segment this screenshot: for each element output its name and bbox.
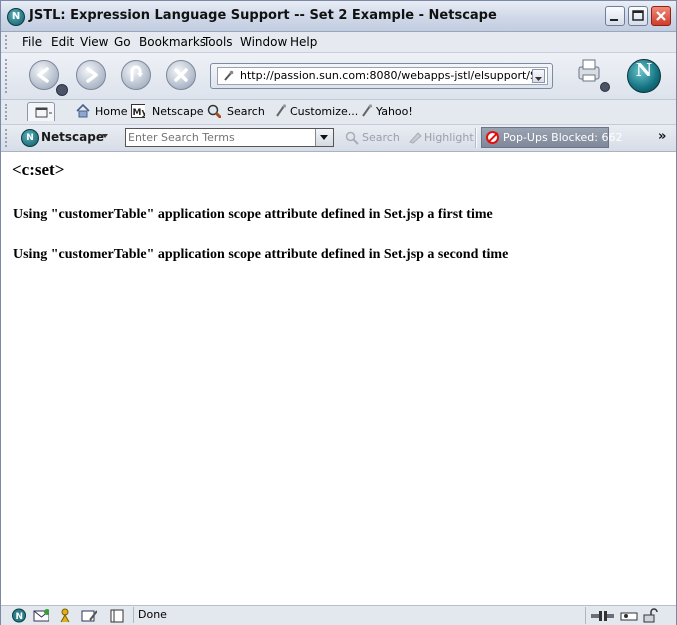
status-divider [585,607,586,624]
netscape-status-icon[interactable]: N [11,608,27,623]
svg-text:My: My [133,108,146,118]
toolbar-overflow-button[interactable]: » [658,129,666,144]
menu-window[interactable]: Window [240,35,287,49]
menu-tools[interactable]: Tools [203,35,233,49]
my-netscape-icon: My [131,104,145,118]
home-link[interactable]: Home [95,105,127,118]
home-icon [76,104,90,118]
svg-text:N: N [16,612,24,622]
page-content: <c:set> Using "customerTable" applicatio… [1,152,676,605]
toolbar-grip[interactable] [5,59,13,93]
chevron-down-icon [535,77,542,81]
menu-help[interactable]: Help [290,35,317,49]
personal-toolbar: Home My Netscape Search Customize... Yah… [1,100,676,125]
browser-window: N JSTL: Expression Language Support -- S… [0,0,677,625]
composer-icon[interactable] [81,608,97,623]
close-button[interactable] [651,6,671,26]
url-history-dropdown[interactable] [532,69,545,83]
back-button[interactable] [29,60,59,90]
search-icon [207,104,221,118]
menu-bar: File Edit View Go Bookmarks Tools Window… [1,32,676,53]
content-line-second: Using "customerTable" application scope … [13,247,509,262]
netscape-link[interactable]: Netscape [152,105,204,118]
forward-arrow-icon [86,67,98,83]
online-connection-icon[interactable] [589,608,615,623]
customize-link[interactable]: Customize... [290,105,358,118]
status-text: Done [133,607,167,623]
search-engine-dropdown[interactable] [315,129,333,146]
menu-file[interactable]: File [22,35,42,49]
window-title: JSTL: Expression Language Support -- Set… [29,8,497,23]
address-book-icon[interactable] [109,608,125,623]
toolbar-grip[interactable] [5,35,13,49]
toolbar-separator [475,128,477,148]
content-line-first: Using "customerTable" application scope … [13,207,493,222]
close-icon [656,11,666,21]
location-bar: http://passion.sun.com:8080/webapps-jstl… [210,63,553,89]
netscape-logo-icon: N [7,8,25,26]
search-toolbar: N Netscape Search Highlight Pop-Ups Bloc… [1,125,676,152]
popup-blocker-indicator[interactable]: Pop-Ups Blocked: 662 [481,127,623,148]
search-icon [345,131,359,145]
bookmark-icon [276,104,287,117]
minimize-button[interactable] [605,6,625,26]
security-lock-icon[interactable] [641,608,661,623]
search-link[interactable]: Search [227,105,265,118]
instant-messenger-icon[interactable] [57,608,73,623]
print-icon[interactable] [575,57,611,93]
netscape-throbber-icon[interactable]: N [627,59,661,93]
back-history-dropdown[interactable] [56,84,68,96]
toolbar-grip[interactable] [5,104,13,120]
page-proxy-icon[interactable] [222,70,234,82]
chevron-down-icon [102,134,108,138]
cookie-icon[interactable] [619,608,639,623]
navigation-toolbar: http://passion.sun.com:8080/webapps-jstl… [1,53,676,100]
stop-button[interactable] [166,60,196,90]
maximize-button[interactable] [628,6,648,26]
highlight-button[interactable]: Highlight [424,131,474,144]
menu-go[interactable]: Go [114,35,131,49]
netscape-brand-icon: N [21,129,39,147]
reload-button[interactable] [121,60,151,90]
page-heading: <c:set> [12,160,65,179]
status-bar: N Done [1,605,676,625]
highlighter-icon [409,132,422,144]
bookmark-icon [362,104,373,117]
search-button[interactable]: Search [362,131,400,144]
tab-icon [35,107,52,118]
url-field[interactable]: http://passion.sun.com:8080/webapps-jstl… [217,67,548,85]
menu-edit[interactable]: Edit [51,35,74,49]
toolbar-grip[interactable] [5,129,13,147]
netscape-menu-button[interactable]: Netscape [41,130,104,144]
new-tab-button[interactable] [27,102,55,121]
search-box [125,128,334,147]
menu-view[interactable]: View [80,35,108,49]
maximize-icon [632,10,644,21]
search-input[interactable] [126,129,320,146]
minimize-icon [610,19,618,21]
mail-icon[interactable] [33,608,49,623]
back-arrow-icon [37,67,49,83]
reload-icon [130,65,143,82]
menu-bookmarks[interactable]: Bookmarks [139,35,206,49]
title-bar: N JSTL: Expression Language Support -- S… [1,1,676,32]
popups-blocked-label: Pop-Ups Blocked: 662 [503,131,623,144]
stop-icon [174,68,188,82]
forward-button[interactable] [76,60,106,90]
url-text: http://passion.sun.com:8080/webapps-jstl… [240,69,532,82]
yahoo-link[interactable]: Yahoo! [376,105,413,118]
blocked-icon [486,131,499,144]
